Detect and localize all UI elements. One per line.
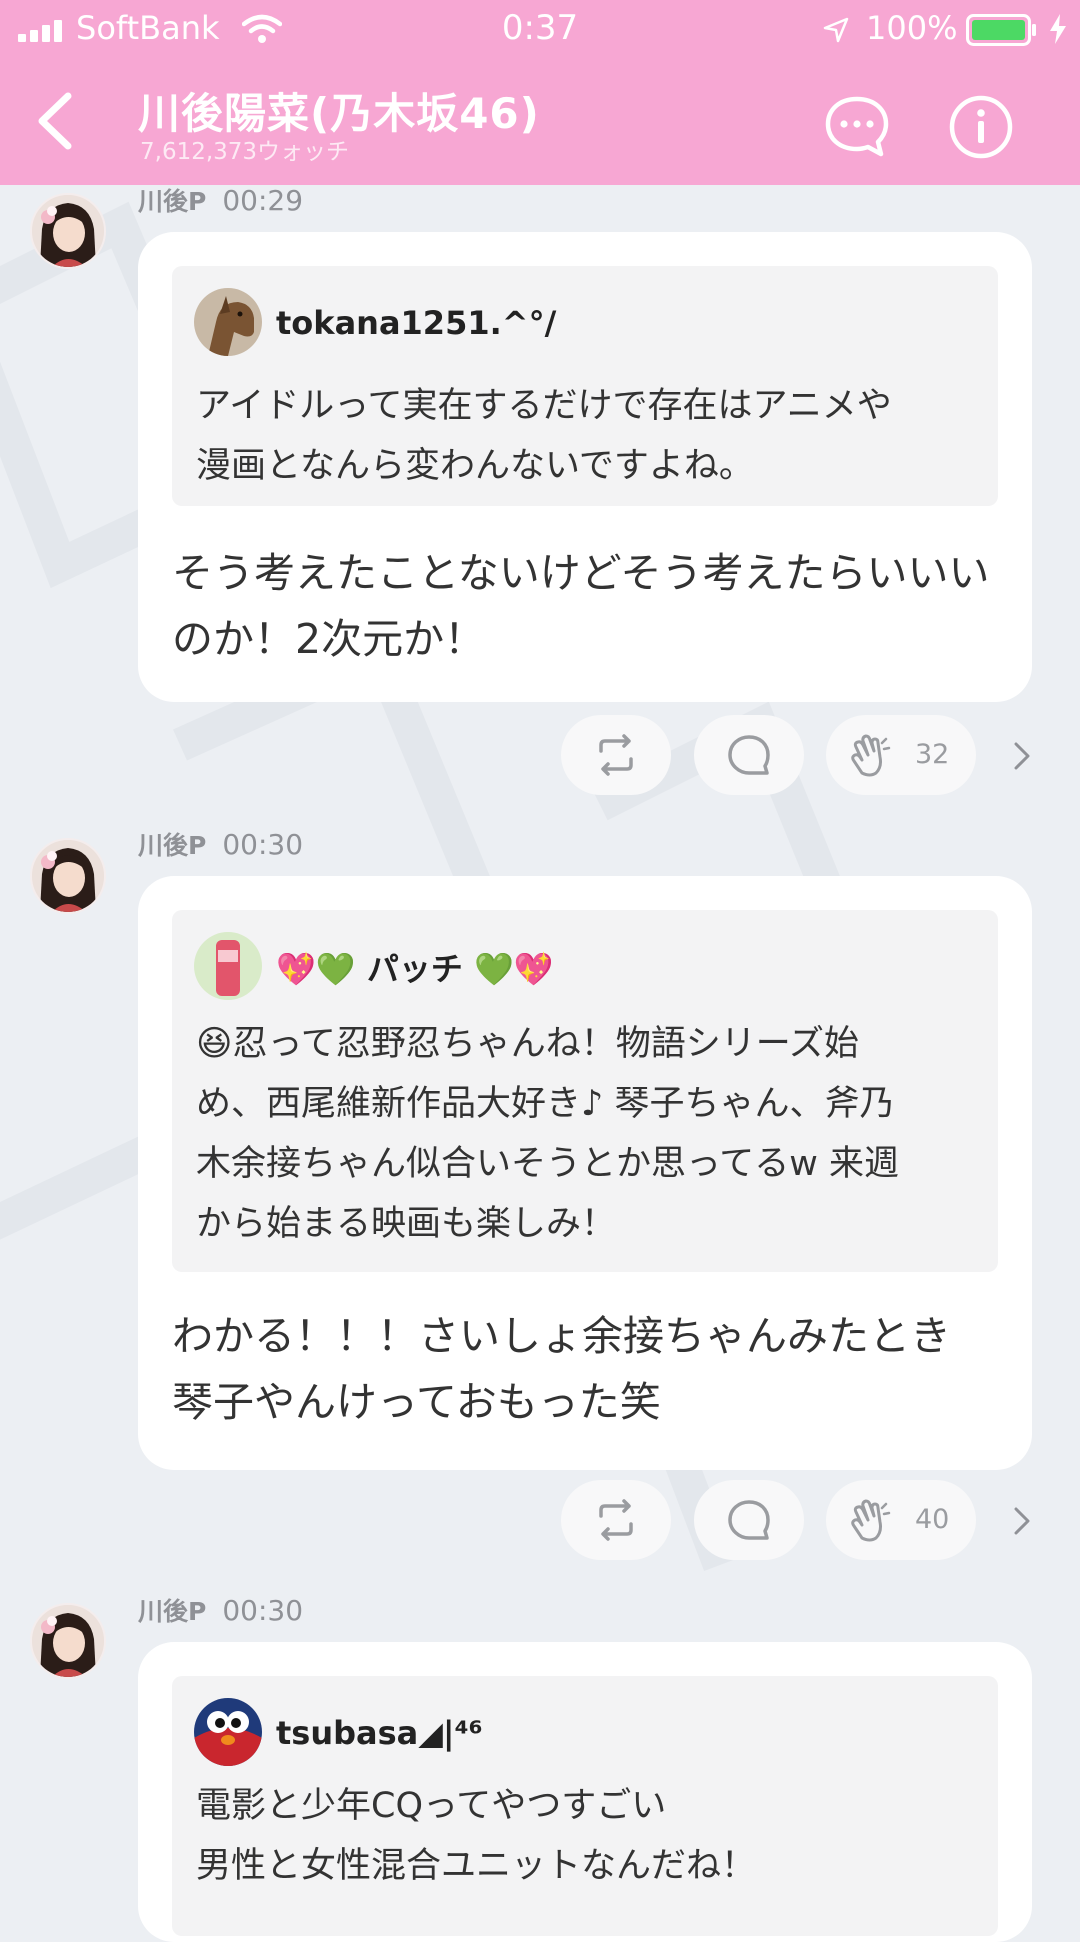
quoted-user-name: 💖💚 パッチ 💚💖 (276, 950, 554, 988)
comment-icon (728, 735, 770, 775)
avatar[interactable] (30, 1603, 106, 1679)
message-meta: 川後P 00:30 (138, 1592, 303, 1628)
quoted-text-line: アイドルって実在するだけで存在はアニメや (196, 386, 892, 426)
comment-button[interactable] (694, 1480, 804, 1560)
battery-percent: 100% (866, 9, 958, 47)
quoted-text: 電影と少年CQってやつすごい 男性と女性混合ユニットなんだね！ (196, 1776, 986, 1896)
message-item: 川後P 00:30 💖💚 パッチ 💚💖 😆忍って忍野忍ちゃんね！物語シリーズ始 め… (0, 828, 1080, 1590)
sparkling-heart-emoji: 💖💚 (276, 950, 356, 988)
sparkling-heart-emoji: 💚💖 (473, 950, 554, 988)
quoted-text: 😆忍って忍野忍ちゃんね！物語シリーズ始 め、西尾維新作品大好き♪ 琴子ちゃん、斧… (196, 1014, 986, 1254)
clapping-hands-icon (851, 734, 891, 777)
author-name: 川後P (138, 1597, 207, 1626)
comment-bubble-icon[interactable] (823, 94, 891, 158)
bottle-avatar-image (194, 932, 262, 1000)
chevron-right-icon[interactable] (1012, 741, 1032, 771)
message-time: 00:30 (222, 1594, 304, 1627)
message-meta: 川後P 00:30 (138, 826, 303, 862)
quoted-user-name: tokana1251.^°/ (276, 304, 557, 342)
reply-text-line: のか！2次元か！ (172, 615, 486, 663)
chevron-right-icon[interactable] (1012, 1506, 1032, 1536)
quoted-text-line: 木余接ちゃん似合いそうとか思ってるw 来週 (196, 1144, 900, 1184)
character-avatar-image (194, 1698, 262, 1766)
member-avatar-image (32, 195, 104, 267)
message-time: 00:30 (222, 828, 304, 861)
message-bubble[interactable]: 💖💚 パッチ 💚💖 😆忍って忍野忍ちゃんね！物語シリーズ始 め、西尾維新作品大好… (138, 876, 1032, 1470)
reply-text-line: 琴子やんけっておもった笑 (172, 1378, 661, 1426)
repost-button[interactable] (561, 715, 671, 795)
quoted-text-line: 漫画となんら変わんないですよね。 (196, 446, 754, 486)
back-button[interactable] (28, 90, 82, 152)
avatar[interactable] (30, 193, 106, 269)
message-item: 川後P 00:29 tokana1251.^°/ アイドルって実在するだけで存在は… (0, 182, 1080, 805)
message-time: 00:29 (222, 184, 304, 217)
horse-avatar-image (194, 288, 262, 356)
quoted-user-avatar (194, 1698, 262, 1766)
reply-text: わかる！！！さいしょ余接ちゃんみたとき 琴子やんけっておもった笑 (172, 1303, 1008, 1435)
quoted-text-line: 男性と女性混合ユニットなんだね！ (196, 1846, 757, 1886)
charging-bolt-icon (1050, 14, 1066, 44)
avatar[interactable] (30, 838, 106, 914)
quoted-message[interactable]: tsubasa◢|⁴⁶ 電影と少年CQってやつすごい 男性と女性混合ユニットなん… (172, 1676, 998, 1936)
repost-button[interactable] (561, 1480, 671, 1560)
reply-text-line: わかる！！！さいしょ余接ちゃんみたとき (172, 1312, 951, 1360)
battery-icon (966, 14, 1036, 46)
message-meta: 川後P 00:29 (138, 182, 303, 218)
member-avatar-image (32, 840, 104, 912)
quoted-message[interactable]: 💖💚 パッチ 💚💖 😆忍って忍野忍ちゃんね！物語シリーズ始 め、西尾維新作品大好… (172, 910, 998, 1272)
quoted-text: アイドルって実在するだけで存在はアニメや 漫画となんら変わんないですよね。 (196, 376, 986, 496)
message-bubble[interactable]: tokana1251.^°/ アイドルって実在するだけで存在はアニメや 漫画とな… (138, 232, 1032, 702)
clapping-hands-icon (851, 1499, 891, 1542)
quoted-user-avatar (194, 288, 262, 356)
comment-button[interactable] (694, 715, 804, 795)
clap-button[interactable]: 32 (826, 715, 976, 795)
quoted-text-line: から始まる映画も楽しみ！ (196, 1204, 617, 1244)
author-name: 川後P (138, 187, 207, 216)
quoted-text-line: 😆忍って忍野忍ちゃんね！物語シリーズ始 (196, 1024, 859, 1064)
message-item: 川後P 00:30 tsubasa◢|⁴⁶ 電影と少年CQってやつすごい 男性と女… (0, 1592, 1080, 1942)
watch-count: 7,612,373ウォッチ (140, 139, 350, 165)
location-arrow-icon (823, 17, 849, 43)
member-avatar-image (32, 1605, 104, 1677)
quoted-text-line: め、西尾維新作品大好き♪ 琴子ちゃん、斧乃 (196, 1084, 895, 1124)
clap-button[interactable]: 40 (826, 1480, 976, 1560)
quoted-text-line: 電影と少年CQってやつすごい (196, 1786, 667, 1826)
info-icon[interactable] (948, 94, 1014, 160)
quoted-user-avatar (194, 932, 262, 1000)
quoted-user-name: tsubasa◢|⁴⁶ (276, 1714, 483, 1752)
author-name: 川後P (138, 831, 207, 860)
status-bar: SoftBank 0:37 100% (0, 0, 1080, 58)
repost-icon (599, 1499, 633, 1541)
quoted-message[interactable]: tokana1251.^°/ アイドルって実在するだけで存在はアニメや 漫画とな… (172, 266, 998, 506)
reply-text-line: そう考えたことないけどそう考えたらいいい (172, 549, 990, 597)
reply-text: そう考えたことないけどそう考えたらいいい のか！2次元か！ (172, 540, 1008, 672)
room-header: 川後陽菜(乃木坂46) 7,612,373ウォッチ (0, 58, 1080, 185)
clap-count: 40 (915, 1504, 950, 1535)
message-bubble[interactable]: tsubasa◢|⁴⁶ 電影と少年CQってやつすごい 男性と女性混合ユニットなん… (138, 1642, 1032, 1942)
comment-icon (728, 1500, 770, 1540)
clap-count: 32 (915, 739, 950, 770)
repost-icon (599, 734, 633, 776)
